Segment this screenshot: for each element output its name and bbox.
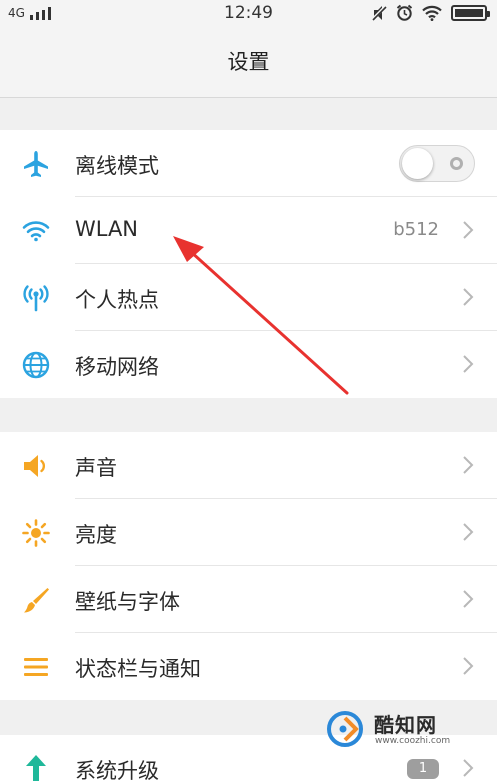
title-bar: 设置	[0, 28, 497, 98]
speaker-icon	[20, 450, 52, 482]
wifi-icon	[422, 5, 442, 21]
settings-item-label: 亮度	[75, 523, 117, 547]
settings-group-display: 声音 亮度 壁纸与字体 状态栏与通知	[0, 432, 497, 700]
chevron-right-icon	[463, 288, 474, 306]
settings-item-label: 声音	[75, 456, 117, 480]
watermark-name: 酷知网	[374, 713, 437, 737]
hotspot-icon	[20, 282, 52, 314]
settings-item-brightness[interactable]: 亮度	[0, 499, 497, 566]
watermark: 酷知网 www.coozhi.com	[320, 706, 460, 752]
settings-group-connectivity: 离线模式 WLAN b512 个人热点 移动网络	[0, 130, 497, 398]
chevron-right-icon	[463, 590, 474, 608]
settings-item-hotspot[interactable]: 个人热点	[0, 264, 497, 331]
status-bar: 4G 12:49	[0, 0, 497, 28]
settings-item-label: 离线模式	[75, 154, 159, 178]
settings-item-label: 个人热点	[75, 288, 159, 312]
toggle-knob	[402, 148, 433, 179]
wlan-network-name: b512	[393, 219, 439, 240]
globe-icon	[20, 349, 52, 381]
upgrade-arrow-icon	[20, 751, 52, 782]
settings-item-mobile-network[interactable]: 移动网络	[0, 331, 497, 398]
mute-icon	[371, 4, 387, 21]
settings-item-wlan[interactable]: WLAN b512	[0, 197, 497, 264]
alarm-icon	[396, 4, 413, 21]
settings-item-label: 壁纸与字体	[75, 590, 180, 614]
brightness-icon	[20, 517, 52, 549]
toggle-off-indicator	[450, 157, 463, 170]
chevron-right-icon	[463, 523, 474, 541]
settings-item-wallpaper-font[interactable]: 壁纸与字体	[0, 566, 497, 633]
settings-item-statusbar-notifications[interactable]: 状态栏与通知	[0, 633, 497, 700]
chevron-right-icon	[463, 456, 474, 474]
chevron-right-icon	[463, 657, 474, 675]
chevron-right-icon	[463, 221, 474, 239]
airplane-mode-toggle[interactable]	[399, 145, 475, 182]
wifi-icon	[20, 215, 52, 247]
chevron-right-icon	[463, 355, 474, 373]
settings-item-label: 移动网络	[75, 355, 159, 379]
menu-lines-icon	[20, 651, 52, 683]
brush-icon	[20, 584, 52, 616]
page-title: 设置	[227, 50, 270, 74]
settings-item-sound[interactable]: 声音	[0, 432, 497, 499]
watermark-url: www.coozhi.com	[375, 736, 451, 746]
update-count-badge: 1	[407, 759, 439, 779]
chevron-right-icon	[463, 759, 474, 777]
settings-item-label: 状态栏与通知	[75, 657, 201, 681]
coozhi-logo-icon	[327, 711, 363, 747]
airplane-icon	[20, 148, 52, 180]
settings-item-airplane-mode[interactable]: 离线模式	[0, 130, 497, 197]
settings-item-label: WLAN	[75, 217, 139, 241]
settings-item-label: 系统升级	[75, 759, 159, 782]
battery-icon	[451, 4, 490, 21]
